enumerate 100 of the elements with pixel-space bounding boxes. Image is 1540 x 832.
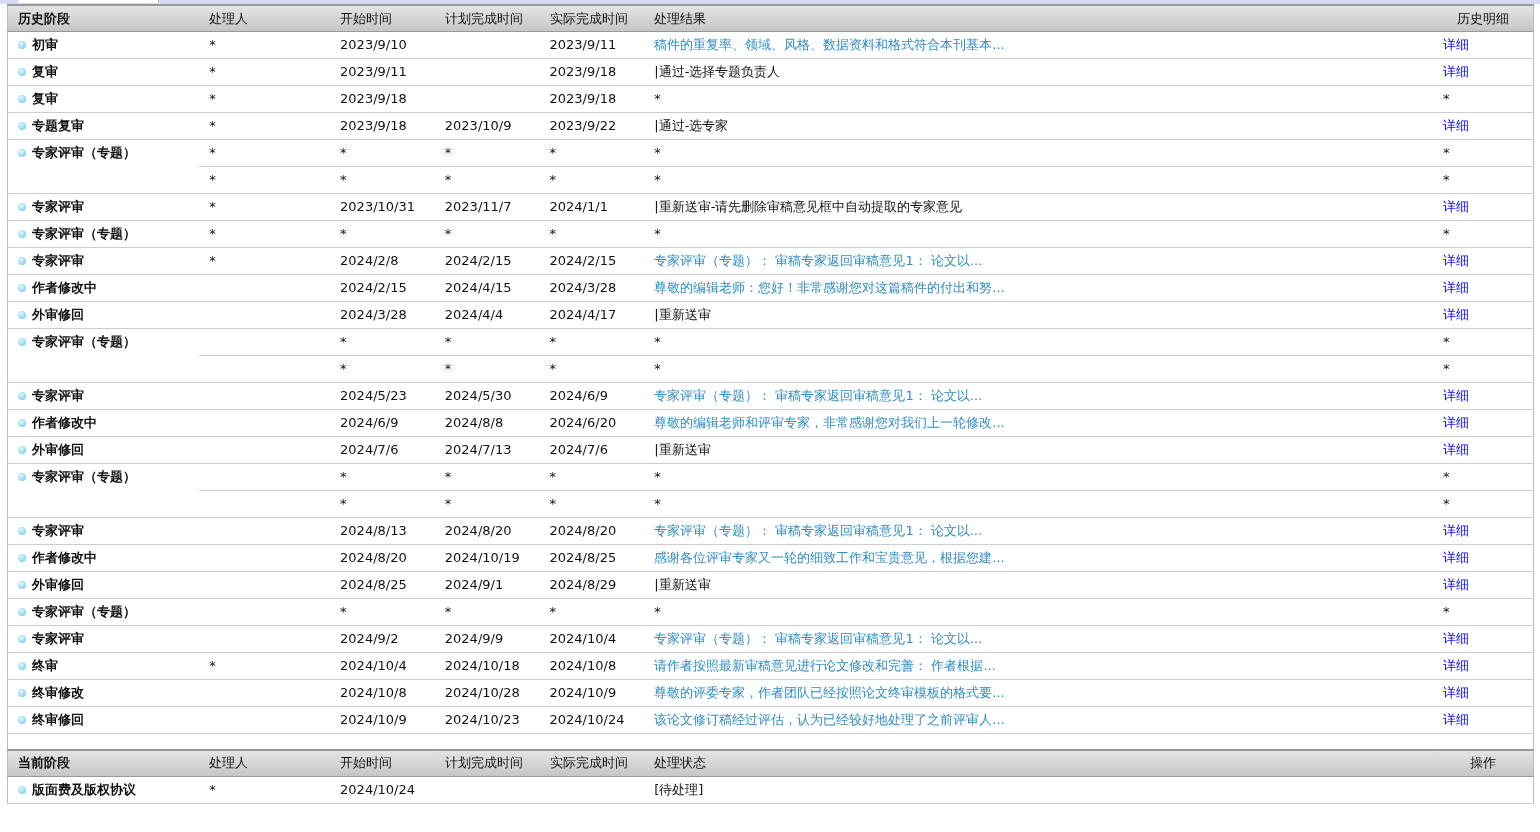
table-cell: 2023/11/7 <box>444 199 512 214</box>
table-cell: 2024/4/4 <box>444 307 504 322</box>
table-cell: 2023/9/18 <box>340 91 407 106</box>
result-link[interactable]: 感谢各位评审专家又一轮的细致工作和宝贵意见，根据您建... <box>654 550 1005 565</box>
bullet-icon <box>18 149 26 157</box>
table-cell: 2024/10/8 <box>340 685 407 700</box>
stage-name: 专家评审（专题） <box>32 469 136 485</box>
stage-name: 复审 <box>32 64 58 80</box>
result-link[interactable]: 专家评审（专题）： 审稿专家返回审稿意见1： 论文以... <box>654 523 983 538</box>
bullet-icon <box>18 95 26 103</box>
detail-link[interactable]: 详细 <box>1442 442 1469 457</box>
table-cell: 2024/10/28 <box>444 685 520 700</box>
table-cell: 2023/9/22 <box>549 118 617 133</box>
table-cell: * <box>654 172 661 187</box>
stage-name: 作者修改中 <box>32 550 97 566</box>
table-cell: * <box>444 145 452 160</box>
bullet-icon <box>18 635 26 643</box>
table-cell: 2024/10/9 <box>549 685 617 700</box>
table-cell: * <box>444 226 452 241</box>
table-cell: 2024/8/25 <box>549 550 617 565</box>
column-header: 处理结果 <box>654 10 707 26</box>
table-cell: 2024/8/13 <box>340 523 407 538</box>
table-cell: 2024/7/6 <box>549 442 608 457</box>
table-cell: * <box>209 145 216 160</box>
table-cell: 2024/8/8 <box>444 415 504 430</box>
table-cell: * <box>1442 361 1450 376</box>
column-header: 处理状态 <box>654 755 707 770</box>
detail-link[interactable]: 详细 <box>1442 415 1469 430</box>
detail-link[interactable]: 详细 <box>1442 307 1469 322</box>
detail-link[interactable]: 详细 <box>1442 550 1469 565</box>
table-cell: 2024/10/9 <box>340 712 407 727</box>
bullet-icon <box>18 473 26 481</box>
detail-link[interactable]: 详细 <box>1442 658 1469 673</box>
table-cell: * <box>444 469 452 484</box>
bullet-icon <box>18 419 26 427</box>
result-link[interactable]: 专家评审（专题）： 审稿专家返回审稿意见1： 论文以... <box>654 253 983 268</box>
table-cell: 2024/10/4 <box>340 658 407 673</box>
table-cell: 2024/9/1 <box>444 577 504 592</box>
table-cell: * <box>340 361 347 376</box>
table-cell: 2024/3/28 <box>549 280 617 295</box>
result-link[interactable]: 该论文修订稿经过评估，认为已经较好地处理了之前评审人... <box>654 712 1005 727</box>
table-cell: * <box>654 334 661 349</box>
stage-name: 终审修改 <box>32 685 84 701</box>
result-link[interactable]: 专家评审（专题）： 审稿专家返回审稿意见1： 论文以... <box>654 388 983 403</box>
table-cell: * <box>209 118 216 133</box>
detail-link[interactable]: 详细 <box>1442 712 1469 727</box>
result-link[interactable]: 尊敬的编辑老师：您好！非常感谢您对这篇稿件的付出和努... <box>654 280 1005 295</box>
table-cell: * <box>654 145 661 160</box>
result-link[interactable]: 尊敬的评委专家，作者团队已经按照论文终审模板的格式要... <box>654 685 1005 700</box>
table-cell: * <box>1442 226 1450 241</box>
table-cell: * <box>340 496 347 511</box>
detail-link[interactable]: 详细 <box>1442 280 1469 295</box>
detail-link[interactable]: 详细 <box>1442 37 1469 52</box>
table-cell: * <box>444 361 452 376</box>
stage-name: 专家评审 <box>32 199 84 215</box>
detail-link[interactable]: 详细 <box>1442 199 1469 214</box>
table-cell: * <box>654 91 661 106</box>
detail-link[interactable]: 详细 <box>1442 577 1469 592</box>
bullet-icon <box>18 785 26 794</box>
bullet-icon <box>18 581 26 589</box>
stage-name: 外审修回 <box>32 307 84 323</box>
bullet-icon <box>18 122 26 130</box>
table-cell: 2024/10/24 <box>340 781 415 797</box>
stage-name: 专家评审 <box>32 388 84 404</box>
table-cell: * <box>549 604 557 619</box>
result-link[interactable]: 请作者按照最新审稿意见进行论文修改和完善： 作者根据... <box>654 658 996 673</box>
column-header: 实际完成时间 <box>549 755 628 770</box>
detail-link[interactable]: 详细 <box>1442 64 1469 79</box>
table-cell: * <box>1442 334 1450 349</box>
column-header: 操作 <box>1469 755 1496 770</box>
bullet-icon <box>18 311 26 319</box>
detail-link[interactable]: 详细 <box>1442 118 1469 133</box>
detail-link[interactable]: 详细 <box>1442 253 1469 268</box>
stage-name: 版面费及版权协议 <box>32 781 136 798</box>
stage-name: 终审修回 <box>32 712 84 728</box>
bullet-icon <box>18 608 26 616</box>
table-cell: * <box>654 469 661 484</box>
table-cell: 2024/8/20 <box>549 523 617 538</box>
detail-link[interactable]: 详细 <box>1442 523 1469 538</box>
table-cell: * <box>549 145 557 160</box>
result-link[interactable]: 尊敬的编辑老师和评审专家，非常感谢您对我们上一轮修改... <box>654 415 1005 430</box>
column-header: 开始时间 <box>340 755 393 770</box>
table-cell: * <box>444 604 452 619</box>
table-cell: * <box>1442 91 1450 106</box>
bullet-icon <box>18 203 26 211</box>
table-cell: 2024/10/18 <box>444 658 520 673</box>
bullet-icon <box>18 257 26 265</box>
bullet-icon <box>18 392 26 400</box>
result-link[interactable]: 稿件的重复率、领域、风格、数据资料和格式符合本刊基本... <box>654 37 1005 52</box>
bullet-icon <box>18 68 26 76</box>
stage-name: 作者修改中 <box>32 415 97 431</box>
table-cell: 2024/5/30 <box>444 388 512 403</box>
detail-link[interactable]: 详细 <box>1442 631 1469 646</box>
table-cell: 2024/8/20 <box>340 550 407 565</box>
result-link[interactable]: 专家评审（专题）： 审稿专家返回审稿意见1： 论文以... <box>654 631 983 646</box>
stage-name: 专家评审 <box>32 523 84 539</box>
stage-name: 终审 <box>32 658 58 674</box>
table-cell: 2023/10/31 <box>340 199 415 214</box>
detail-link[interactable]: 详细 <box>1442 685 1469 700</box>
detail-link[interactable]: 详细 <box>1442 388 1469 403</box>
